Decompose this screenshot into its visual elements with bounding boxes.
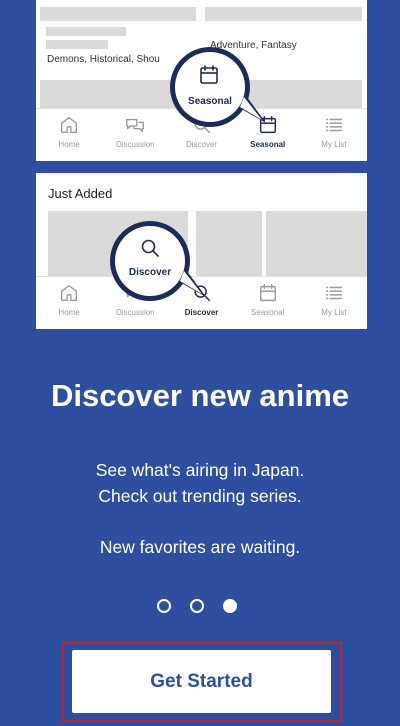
onboarding-line-1: See what's airing in Japan. (95, 460, 305, 480)
placeholder-bar (205, 7, 362, 21)
tab-home[interactable]: Home (36, 109, 102, 161)
page-indicator (157, 599, 237, 613)
tab-label: My List (321, 308, 347, 317)
tab-my-list[interactable]: My List (301, 277, 367, 329)
tab-label: Seasonal (251, 308, 285, 317)
page-dot[interactable] (157, 599, 171, 613)
tab-label: Discussion (115, 308, 155, 317)
calendar-icon (200, 65, 218, 84)
tab-label: Seasonal (250, 140, 286, 149)
tab-label: Discussion (115, 140, 155, 149)
page-dot[interactable] (190, 599, 204, 613)
get-started-button[interactable]: Get Started (72, 650, 331, 713)
page-dot-active[interactable] (223, 599, 237, 613)
preview-card-discover: Just Added Home Discussion Discover Seas… (36, 173, 367, 329)
tab-seasonal[interactable]: Seasonal (235, 277, 301, 329)
list-icon (325, 118, 342, 132)
tab-discussion[interactable]: Discussion (102, 109, 168, 161)
tab-my-list[interactable]: My List (301, 109, 367, 161)
tab-label: Discover (185, 140, 218, 149)
calendar-icon (259, 284, 276, 302)
tab-label: Discover (184, 308, 219, 317)
list-icon (325, 286, 342, 300)
home-icon (61, 284, 78, 302)
preview-card-seasonal: Demons, Historical, Shou Adventure, Fant… (36, 0, 367, 161)
callout-bubble-seasonal: Seasonal (168, 45, 268, 130)
callout-label: Discover (128, 267, 172, 278)
placeholder-bar (46, 27, 126, 36)
tab-label: Home (58, 308, 80, 317)
placeholder-bar (40, 7, 196, 21)
chat-icon (126, 118, 145, 133)
callout-label: Seasonal (188, 96, 232, 107)
tab-label: Home (58, 140, 80, 149)
placeholder-thumb (266, 211, 367, 277)
tab-home[interactable]: Home (36, 277, 102, 329)
onboarding-line-3: New favorites are waiting. (99, 537, 301, 557)
section-title: Just Added (48, 186, 113, 201)
home-icon (61, 116, 78, 134)
tab-label: My List (321, 140, 347, 149)
onboarding-line-2: Check out trending series. (98, 486, 302, 506)
search-icon (141, 239, 159, 257)
genre-text-left: Demons, Historical, Shou (47, 54, 160, 65)
placeholder-bar (46, 40, 108, 49)
callout-bubble-discover: Discover (108, 219, 208, 304)
onboarding-heading: Discover new anime (50, 378, 350, 413)
